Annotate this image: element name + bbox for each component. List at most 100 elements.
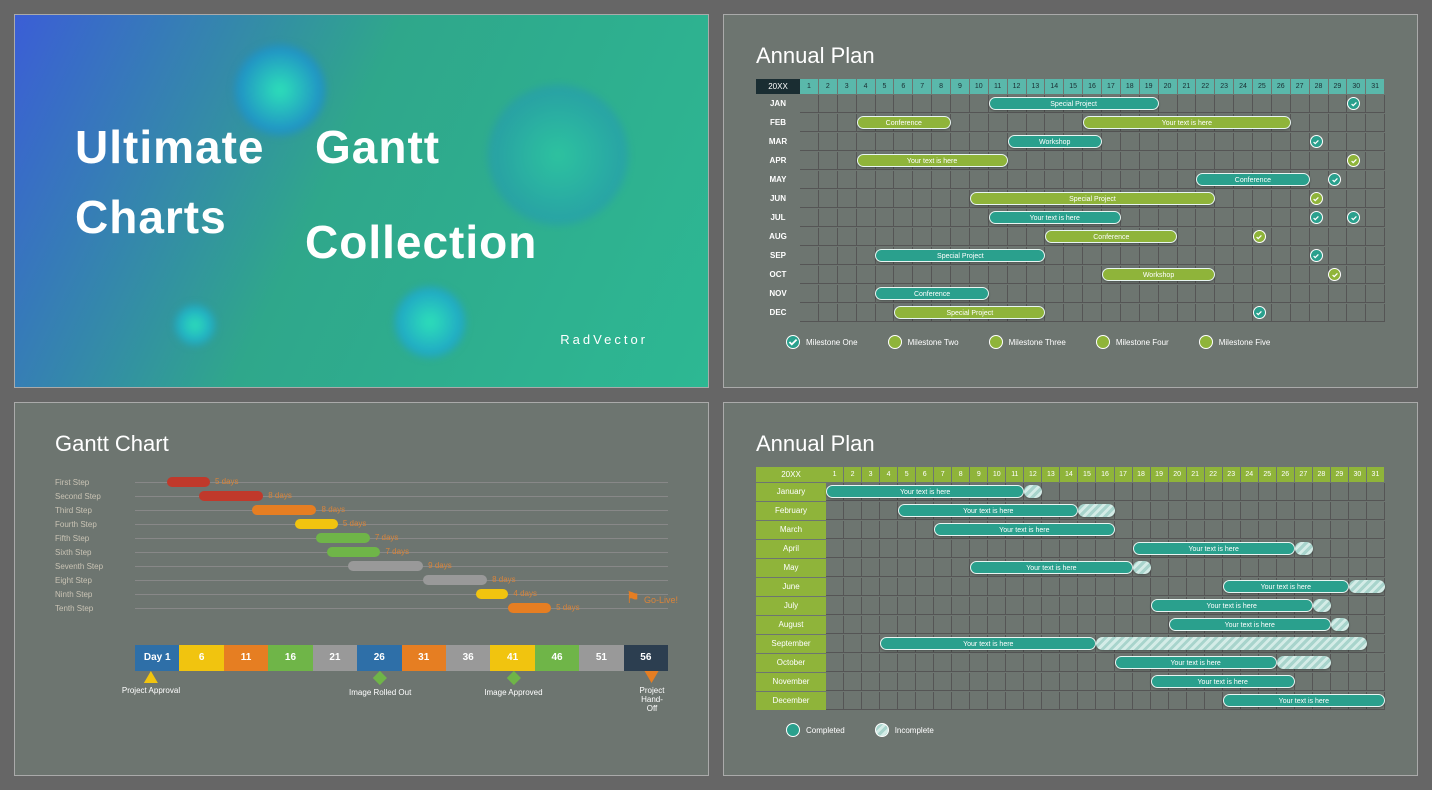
gantt-row: Special Project [800,190,1385,208]
legend-item: Completed [786,723,845,737]
timeline-axis: Day 1611162126313641465156 [135,645,668,671]
gantt-row: Your text is here [800,209,1385,227]
gantt-bar: Conference [1045,230,1177,243]
month-label: November [756,673,826,691]
gantt-row: Workshop [800,133,1385,151]
gantt-bar: Your text is here [857,154,1008,167]
legend-item: Incomplete [875,723,934,737]
gantt-bar: Your text is here [1151,599,1313,612]
gantt-bar-incomplete [1295,542,1313,555]
month-label: September [756,635,826,653]
month-label: March [756,521,826,539]
month-label: JUN [756,190,800,208]
gantt-bar: Your text is here [1133,542,1295,555]
step-bar [252,505,316,515]
gantt-bar: Special Project [970,192,1215,205]
month-label: OCT [756,266,800,284]
gantt-bar: Special Project [989,97,1159,110]
gantt-row: Special Project [800,304,1385,322]
month-label: June [756,578,826,596]
title-word-4: Collection [305,215,537,269]
completion-legend: Completed Incomplete [756,723,1385,737]
month-label: MAR [756,133,800,151]
step-label: Fifth Step [55,534,135,543]
gantt-row: Your text is here [826,635,1385,653]
step-bar [423,575,487,585]
gantt-bar: Your text is here [1223,694,1385,707]
gantt-row: Your text is here [826,540,1385,558]
slide-title: Annual Plan [756,431,1385,457]
month-labels: 20XX JANFEBMARAPRMAYJUNJULAUGSEPOCTNOVDE… [756,79,800,323]
timeline-cell: 11 [224,645,268,671]
timeline-cell: 56 [624,645,668,671]
step-label: Second Step [55,492,135,501]
gantt-bar: Your text is here [1169,618,1331,631]
month-label: DEC [756,304,800,322]
title-slide: Ultimate Gantt Charts Collection RadVect… [14,14,709,388]
gantt-row: Conference [800,228,1385,246]
step-bar [476,589,508,599]
step-row: Second Step 8 days [55,489,668,503]
month-label: July [756,597,826,615]
step-label: Ninth Step [55,590,135,599]
day-header: 1234567891011121314151617181920212223242… [800,79,1385,94]
gantt-bar-incomplete [1331,618,1349,631]
slide-title: Annual Plan [756,43,1385,69]
duration-label: 5 days [215,477,239,486]
gantt-bar-incomplete [1133,561,1151,574]
annual-plan-slide-teal: Annual Plan 20XX JANFEBMARAPRMAYJUNJULAU… [723,14,1418,388]
timeline-cell: 6 [179,645,223,671]
step-row: Sixth Step7 days [55,545,668,559]
milestone-marker [1310,192,1323,205]
step-row: Tenth Step5 days [55,601,668,615]
milestone-diamond: Image Approved [484,671,542,697]
gantt-row: Your text is here [826,692,1385,710]
gantt-steps: First Step5 days Second Step 8 days Third S… [55,475,668,615]
step-label: Fourth Step [55,520,135,529]
step-bar [295,519,338,529]
step-label: Eight Step [55,576,135,585]
duration-label: 8 days [268,491,292,500]
timeline-cell: 46 [535,645,579,671]
gantt-bar: Special Project [875,249,1045,262]
duration-label: 8 days [322,505,346,514]
gantt-row: Special Project [800,95,1385,113]
gantt-bar: Your text is here [898,504,1078,517]
month-labels: 20XX JanuaryFebruaryMarchAprilMayJuneJul… [756,467,826,711]
title-word-1: Ultimate [75,120,264,174]
gantt-row: Workshop [800,266,1385,284]
step-label: Third Step [55,506,135,515]
milestone-arrowDown: Project Hand-Off [640,671,665,713]
month-label: May [756,559,826,577]
gantt-bar: Workshop [1102,268,1215,281]
brand-label: RadVector [560,332,648,347]
step-row: First Step5 days [55,475,668,489]
step-row: Ninth Step4 days [55,587,668,601]
slide-title: Gantt Chart [55,431,668,457]
gantt-bar-incomplete [1096,637,1366,650]
milestone-marker [1310,211,1323,224]
gantt-bar: Your text is here [1151,675,1295,688]
day-header: 1234567891011121314151617181920212223242… [826,467,1385,482]
timeline-cell: 21 [313,645,357,671]
gantt-bar-incomplete [1349,580,1385,593]
gantt-bar-incomplete [1277,656,1331,669]
gantt-bar: Your text is here [1115,656,1277,669]
timeline-cell: 31 [402,645,446,671]
step-bar [167,477,210,487]
gantt-rows: Special ProjectConferenceYour text is he… [800,95,1385,322]
month-label: NOV [756,285,800,303]
milestone-arrow: Project Approval [122,671,180,695]
year-label: 20XX [756,79,800,94]
gantt-row: Your text is here [826,654,1385,672]
golive-flag: Go-Live! [626,588,678,608]
timeline-cell: 36 [446,645,490,671]
title-word-2: Gantt [315,120,440,174]
month-label: APR [756,152,800,170]
gantt-bar-incomplete [1078,504,1114,517]
gantt-row: Your text is here [826,559,1385,577]
legend-item: Milestone One [786,335,858,349]
duration-label: 7 days [375,533,399,542]
gantt-row: ConferenceYour text is here [800,114,1385,132]
gantt-row: Conference [800,285,1385,303]
